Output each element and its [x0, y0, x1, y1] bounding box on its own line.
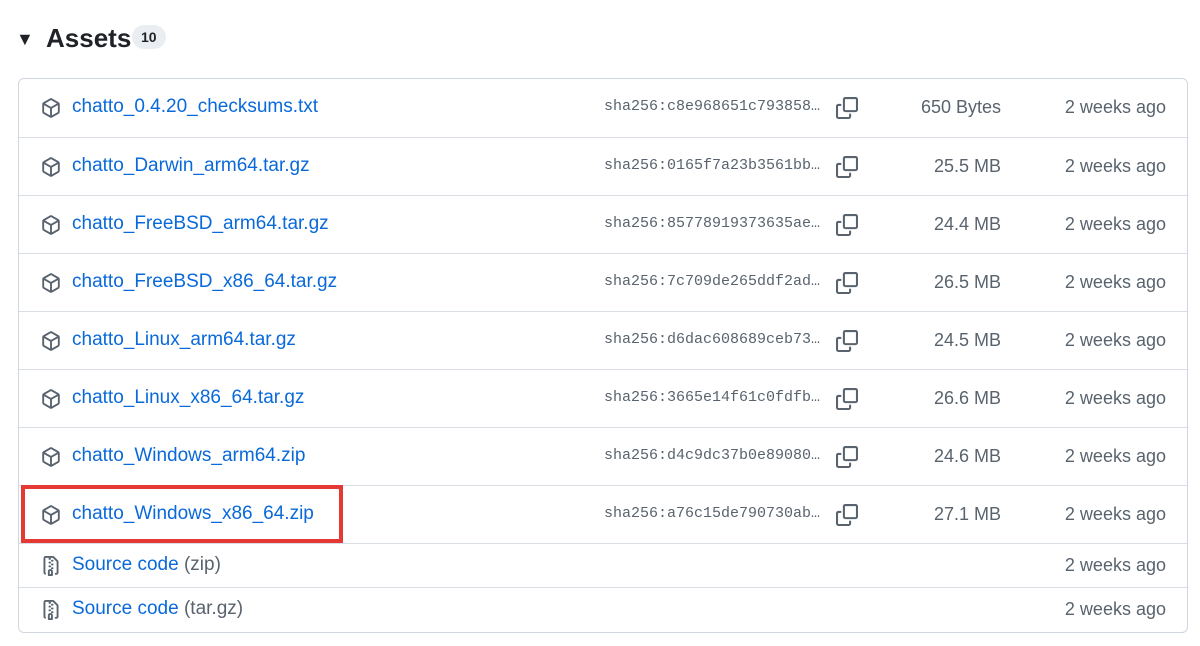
asset-link[interactable]: chatto_Linux_x86_64.tar.gz	[72, 387, 304, 409]
asset-size: 24.5 MB	[933, 330, 1001, 350]
asset-size: 27.1 MB	[933, 504, 1001, 524]
source-code-row: Source code (tar.gz) 2 weeks ago	[19, 587, 1187, 631]
collapse-toggle-icon[interactable]: ▼	[16, 28, 34, 50]
copy-icon[interactable]	[836, 214, 858, 236]
source-code-link[interactable]: Source code (tar.gz)	[72, 598, 243, 620]
asset-row: chatto_FreeBSD_x86_64.tar.gz sha256:7c709…	[19, 253, 1187, 311]
assets-header: ▼ Assets 10	[0, 0, 1200, 78]
asset-row: chatto_Windows_arm64.zip sha256:d4c9dc37b…	[19, 427, 1187, 485]
package-icon	[41, 447, 61, 467]
copy-icon[interactable]	[836, 272, 858, 294]
asset-sha256: sha256:d6dac608689ceb732…	[604, 331, 826, 348]
copy-icon[interactable]	[836, 330, 858, 352]
source-code-date: 2 weeks ago	[1064, 555, 1166, 575]
package-icon	[41, 157, 61, 177]
copy-icon[interactable]	[836, 446, 858, 468]
asset-date: 2 weeks ago	[1064, 272, 1166, 292]
asset-size: 25.5 MB	[933, 156, 1001, 176]
asset-link[interactable]: chatto_Windows_arm64.zip	[72, 445, 305, 467]
asset-size: 26.5 MB	[933, 272, 1001, 292]
asset-link[interactable]: chatto_Darwin_arm64.tar.gz	[72, 155, 310, 177]
asset-sha256: sha256:c8e968651c793858c…	[604, 98, 826, 115]
asset-sha256: sha256:7c709de265ddf2ad4…	[604, 273, 826, 290]
copy-icon[interactable]	[836, 504, 858, 526]
asset-sha256: sha256:a76c15de790730abb…	[604, 505, 826, 522]
asset-sha256: sha256:85778919373635ae5…	[604, 215, 826, 232]
asset-size: 24.4 MB	[933, 214, 1001, 234]
assets-list: chatto_0.4.20_checksums.txt sha256:c8e968…	[18, 78, 1188, 633]
file-zip-icon	[41, 556, 61, 576]
file-zip-icon	[41, 600, 61, 620]
package-icon	[41, 331, 61, 351]
asset-date: 2 weeks ago	[1064, 97, 1166, 117]
asset-row: chatto_Linux_x86_64.tar.gz sha256:3665e14…	[19, 369, 1187, 427]
copy-icon[interactable]	[836, 388, 858, 410]
source-code-format: (zip)	[183, 554, 221, 575]
highlight-box	[21, 485, 343, 543]
asset-date: 2 weeks ago	[1064, 156, 1166, 176]
asset-sha256: sha256:3665e14f61c0fdfb1…	[604, 389, 826, 406]
assets-count-badge: 10	[132, 25, 166, 49]
asset-size: 24.6 MB	[933, 446, 1001, 466]
asset-size: 650 Bytes	[920, 97, 1001, 117]
asset-row: chatto_0.4.20_checksums.txt sha256:c8e968…	[19, 79, 1187, 137]
asset-date: 2 weeks ago	[1064, 446, 1166, 466]
asset-row: chatto_FreeBSD_arm64.tar.gz sha256:857789…	[19, 195, 1187, 253]
asset-date: 2 weeks ago	[1064, 330, 1166, 350]
asset-date: 2 weeks ago	[1064, 504, 1166, 524]
copy-icon[interactable]	[836, 97, 858, 119]
source-code-link[interactable]: Source code (zip)	[72, 554, 221, 576]
asset-sha256: sha256:d4c9dc37b0e89080a…	[604, 447, 826, 464]
asset-link[interactable]: chatto_FreeBSD_x86_64.tar.gz	[72, 271, 337, 293]
asset-row: chatto_Linux_arm64.tar.gz sha256:d6dac608…	[19, 311, 1187, 369]
asset-link[interactable]: chatto_Linux_arm64.tar.gz	[72, 329, 296, 351]
package-icon	[41, 273, 61, 293]
asset-link[interactable]: chatto_0.4.20_checksums.txt	[72, 96, 318, 118]
source-code-date: 2 weeks ago	[1064, 599, 1166, 619]
asset-size: 26.6 MB	[933, 388, 1001, 408]
asset-row: chatto_Darwin_arm64.tar.gz sha256:0165f7a…	[19, 137, 1187, 195]
asset-date: 2 weeks ago	[1064, 214, 1166, 234]
source-code-label: Source code	[72, 598, 179, 619]
assets-title: Assets	[46, 23, 132, 53]
source-code-label: Source code	[72, 554, 179, 575]
package-icon	[41, 389, 61, 409]
copy-icon[interactable]	[836, 156, 858, 178]
asset-link[interactable]: chatto_FreeBSD_arm64.tar.gz	[72, 213, 329, 235]
package-icon	[41, 215, 61, 235]
asset-date: 2 weeks ago	[1064, 388, 1166, 408]
asset-sha256: sha256:0165f7a23b3561bbc…	[604, 157, 826, 174]
source-code-format: (tar.gz)	[183, 598, 244, 619]
source-code-row: Source code (zip) 2 weeks ago	[19, 543, 1187, 587]
package-icon	[41, 98, 61, 118]
